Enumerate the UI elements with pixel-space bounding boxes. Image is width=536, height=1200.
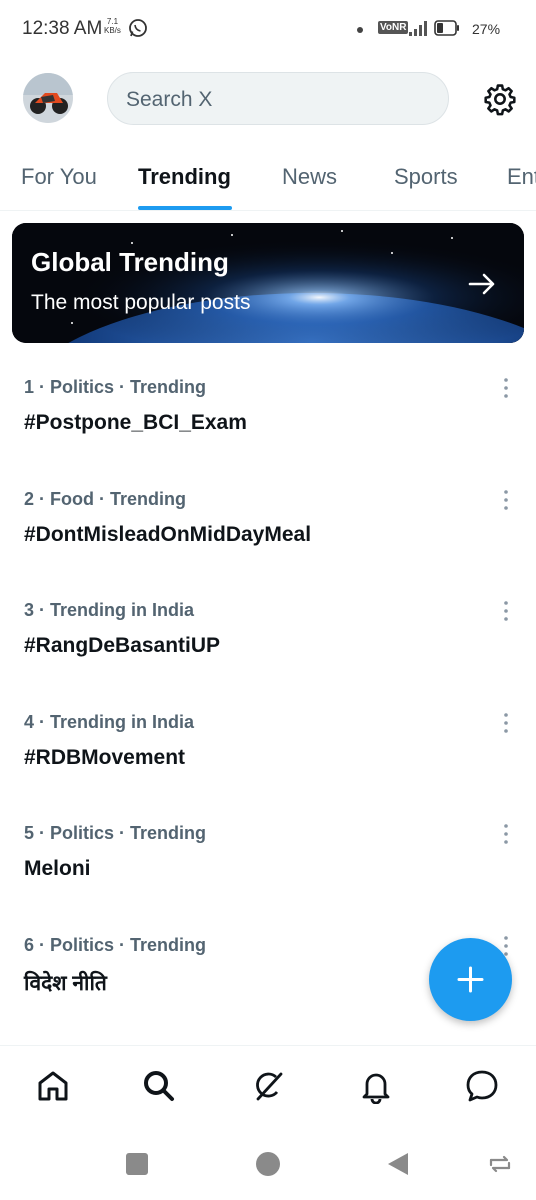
tab-news[interactable]: News: [282, 164, 337, 190]
battery-percent: 27%: [472, 21, 501, 37]
trend-item-4[interactable]: 4 · Trending in India #RDBMovement: [0, 712, 536, 820]
more-options-icon[interactable]: [499, 823, 513, 845]
status-bar: 12:38 AM 7.1 KB/s VoNR 27%: [0, 0, 536, 58]
network-speed: 7.1 KB/s: [104, 17, 121, 35]
more-options-icon[interactable]: [499, 712, 513, 734]
trend-name: #RDBMovement: [24, 746, 186, 769]
status-time: 12:38 AM: [22, 18, 103, 39]
trend-item-2[interactable]: 2 · Food · Trending #DontMisleadOnMidDay…: [0, 489, 536, 597]
search-placeholder: Search X: [126, 88, 213, 111]
more-options-icon[interactable]: [499, 600, 513, 622]
gear-icon[interactable]: [483, 82, 517, 116]
tab-bar: For You Trending News Sports Ent: [0, 150, 536, 211]
signal-icon: [409, 21, 427, 36]
trend-item-5[interactable]: 5 · Politics · Trending Meloni: [0, 823, 536, 931]
trend-meta: 2 · Food · Trending: [24, 489, 186, 509]
trend-item-1[interactable]: 1 · Politics · Trending #Postpone_BCI_Ex…: [0, 377, 536, 485]
trend-meta: 5 · Politics · Trending: [24, 823, 207, 843]
trend-meta: 6 · Politics · Trending: [24, 935, 207, 955]
trend-meta: 1 · Politics · Trending: [24, 377, 207, 397]
home-circle-icon[interactable]: [255, 1151, 281, 1177]
search-input[interactable]: Search X: [107, 72, 449, 125]
back-icon[interactable]: [385, 1151, 411, 1177]
profile-avatar[interactable]: [23, 73, 73, 123]
banner-title: Global Trending: [31, 247, 229, 277]
battery-icon: [434, 20, 459, 36]
notifications-icon[interactable]: [358, 1068, 394, 1104]
whatsapp-icon: [129, 19, 147, 37]
trend-name: #RangDeBasantiUP: [24, 634, 221, 657]
system-navigation-bar: [0, 1127, 536, 1200]
more-options-icon[interactable]: [499, 489, 513, 511]
network-speed-value: 7.1: [106, 17, 119, 26]
messages-icon[interactable]: [464, 1068, 500, 1104]
trend-name: #Postpone_BCI_Exam: [24, 411, 247, 434]
trend-name: विदेश नीति: [24, 972, 107, 995]
tab-trending[interactable]: Trending: [138, 164, 231, 190]
arrow-right-icon: [468, 273, 495, 295]
global-trending-banner[interactable]: Global Trending The most popular posts: [12, 223, 524, 343]
grok-icon[interactable]: [250, 1068, 286, 1104]
trend-name: Meloni: [24, 857, 91, 880]
search-icon[interactable]: [141, 1068, 177, 1104]
trend-meta: 4 · Trending in India: [24, 712, 195, 732]
tab-for-you[interactable]: For You: [21, 164, 97, 190]
plus-icon: [457, 966, 484, 993]
rotate-icon[interactable]: [487, 1151, 513, 1177]
home-icon[interactable]: [35, 1068, 71, 1104]
trend-meta: 3 · Trending in India: [24, 600, 195, 620]
more-options-icon[interactable]: [499, 377, 513, 399]
notification-dot-icon: [357, 27, 363, 33]
compose-post-button[interactable]: [429, 938, 512, 1021]
trend-name: #DontMisleadOnMidDayMeal: [24, 523, 312, 546]
vonr-badge: VoNR: [378, 21, 409, 34]
recents-icon[interactable]: [124, 1151, 150, 1177]
earth-image: [12, 223, 524, 343]
bottom-navigation: [0, 1045, 536, 1128]
tab-sports[interactable]: Sports: [394, 164, 458, 190]
trend-item-3[interactable]: 3 · Trending in India #RangDeBasantiUP: [0, 600, 536, 708]
tab-entertainment[interactable]: Ent: [507, 164, 536, 190]
active-tab-indicator: [138, 206, 232, 210]
banner-subtitle: The most popular posts: [31, 291, 251, 314]
network-speed-unit: KB/s: [104, 26, 121, 35]
